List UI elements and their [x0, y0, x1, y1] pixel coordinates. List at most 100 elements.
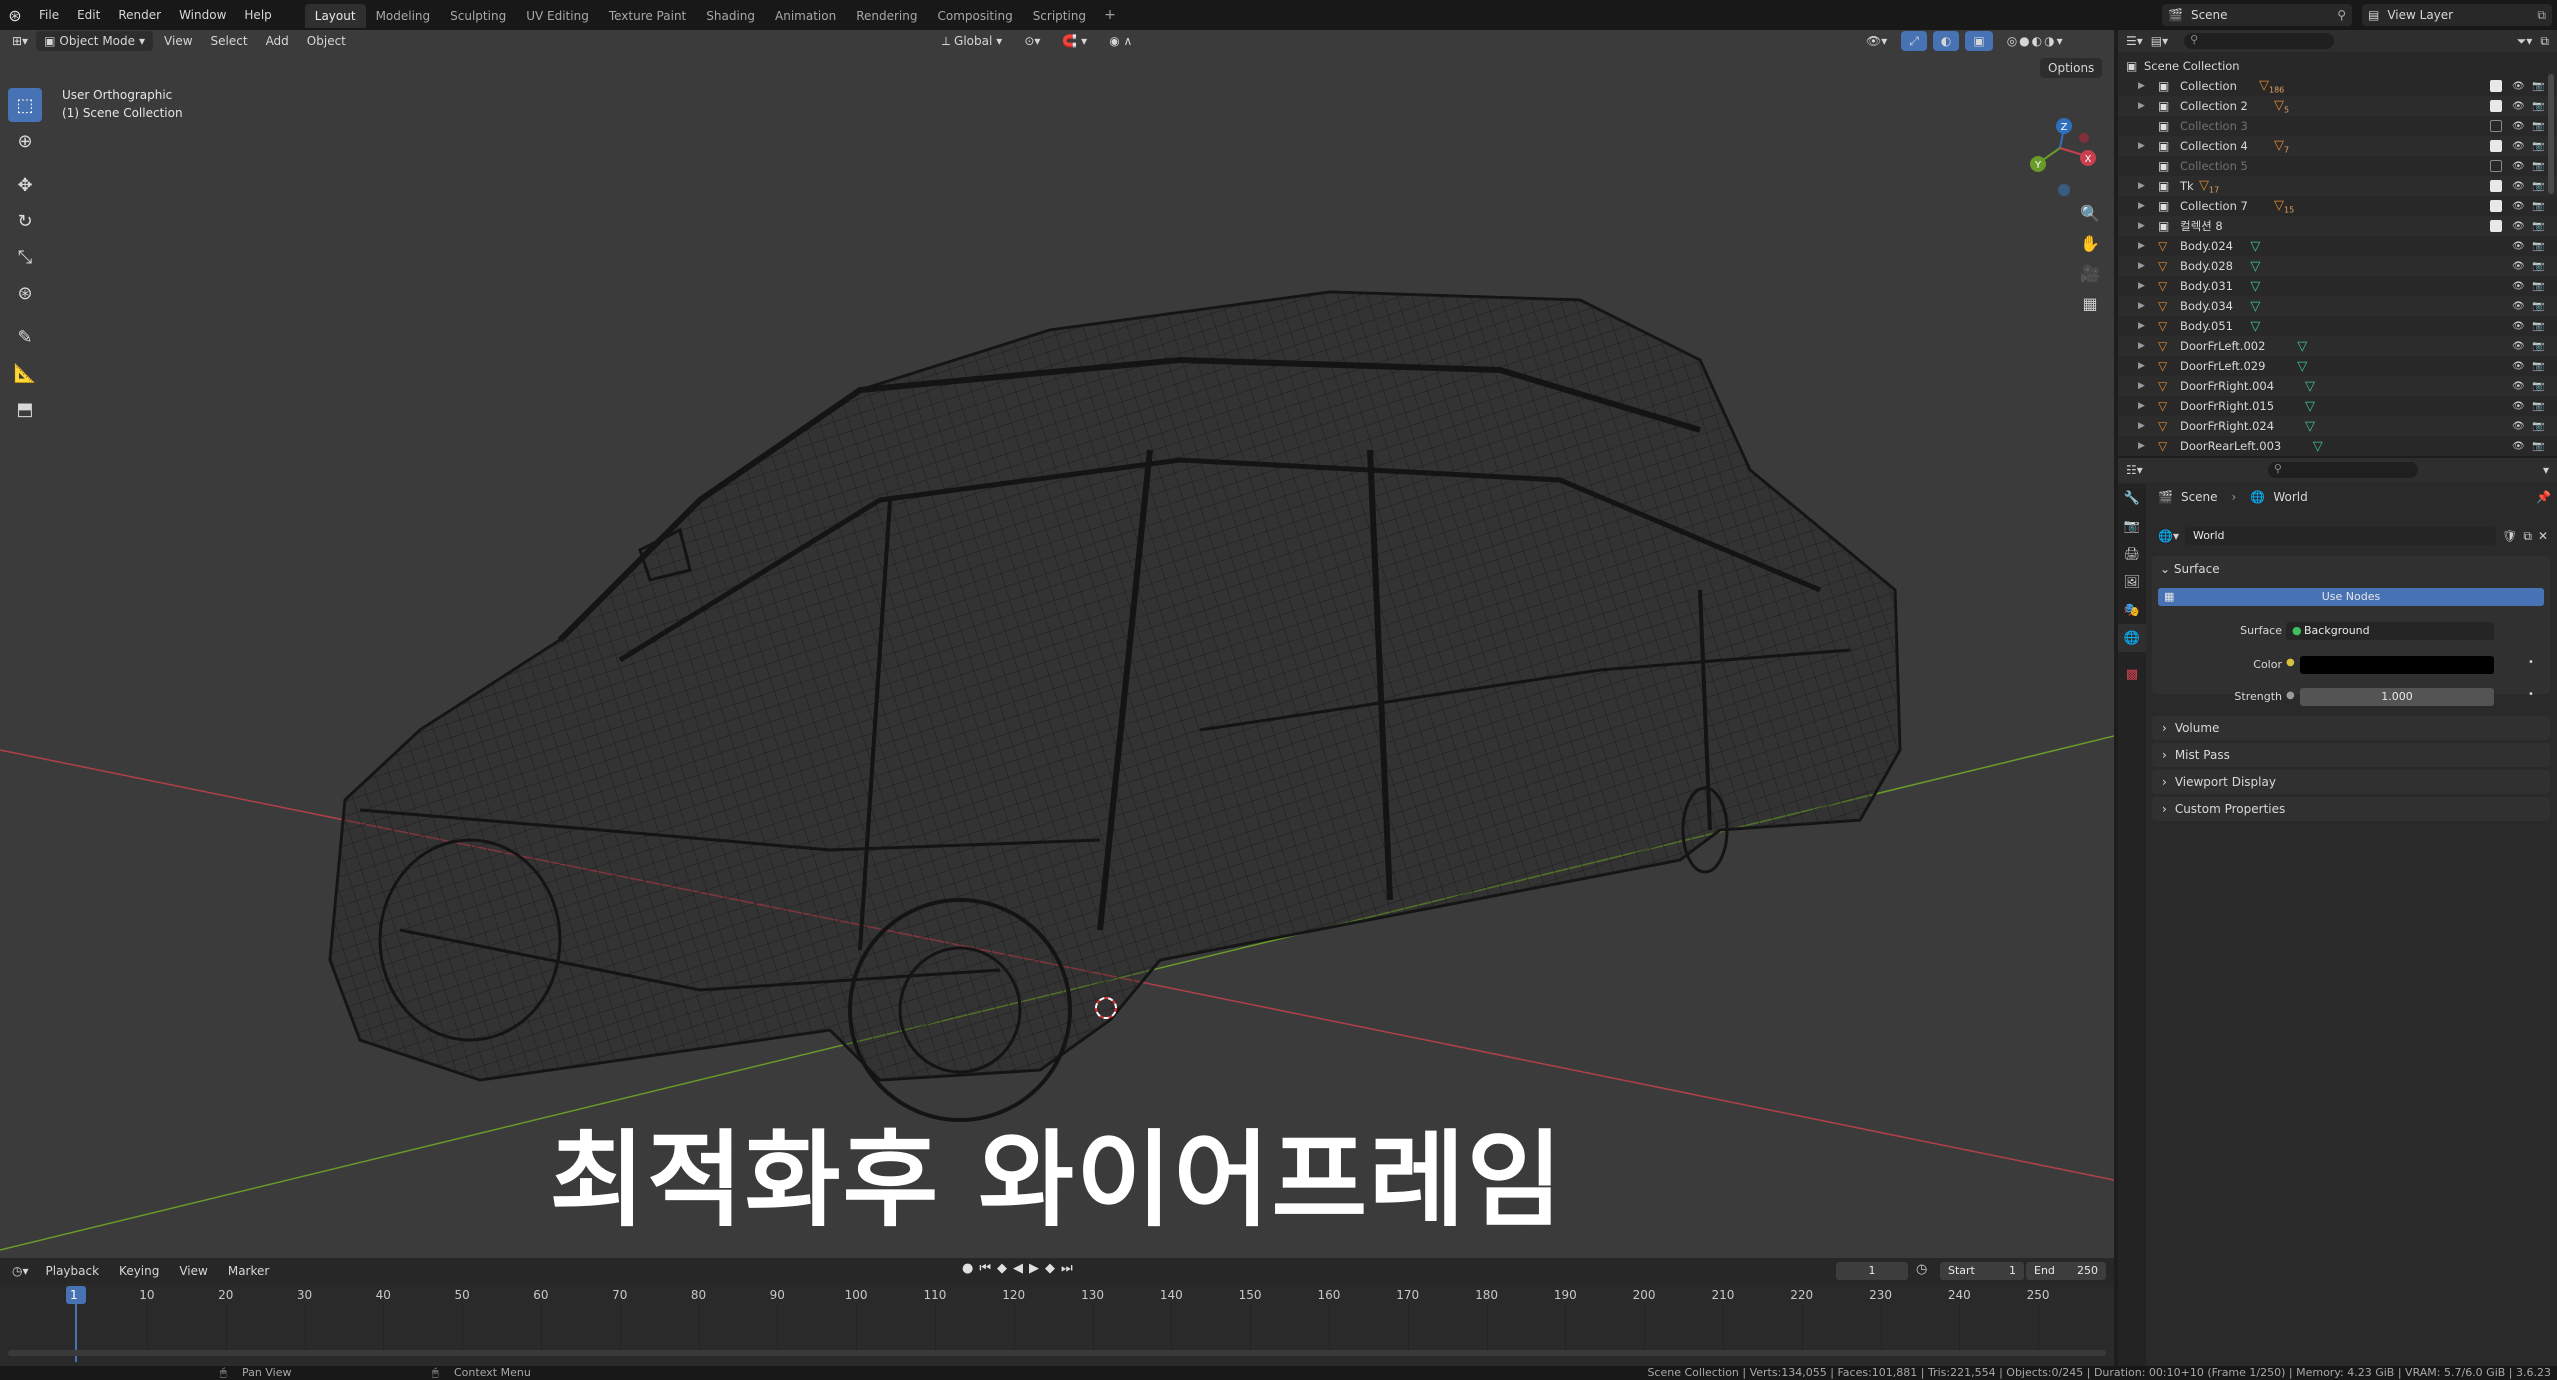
options-button[interactable]: Options [2040, 58, 2103, 78]
render-camera-icon[interactable]: 📷 [2532, 321, 2544, 332]
move-tool-icon[interactable]: ✥ [8, 168, 42, 202]
outliner-object-row[interactable]: ▶ ▽ Body.051 ▽ 👁 📷 [2118, 316, 2557, 336]
camera-view-icon[interactable]: 🎥 [2077, 260, 2103, 286]
outliner-collection-row[interactable]: ▶ ▣ 컬렉션 8 👁 📷 [2118, 216, 2557, 236]
viewport-menu-select[interactable]: Select [204, 31, 255, 51]
outliner-object-row[interactable]: ▶ ▽ Body.024 ▽ 👁 📷 [2118, 236, 2557, 256]
scene-collection-row[interactable]: ▣ Scene Collection [2118, 56, 2557, 76]
exclude-checkbox[interactable] [2490, 140, 2502, 152]
render-camera-icon[interactable]: 📷 [2532, 421, 2544, 432]
render-camera-icon[interactable]: 📷 [2532, 181, 2544, 192]
world-name-field[interactable]: World [2184, 527, 2497, 545]
expand-arrow-icon[interactable]: ▶ [2138, 441, 2145, 451]
custom-properties-panel-header[interactable]: › Custom Properties [2152, 797, 2550, 821]
exclude-checkbox[interactable] [2490, 120, 2502, 132]
view-layer-tab-icon[interactable]: 🖼 [2118, 568, 2146, 596]
visibility-eye-icon[interactable]: 👁 [2512, 321, 2525, 332]
timeline-scrollbar[interactable] [8, 1350, 2106, 1356]
visibility-eye-icon[interactable]: 👁 [2512, 201, 2525, 212]
render-camera-icon[interactable]: 📷 [2532, 441, 2544, 452]
cursor-tool-icon[interactable]: ⊕ [8, 124, 42, 158]
render-camera-icon[interactable]: 📷 [2532, 81, 2544, 92]
exclude-checkbox[interactable] [2490, 100, 2502, 112]
transform-tool-icon[interactable]: ⊛ [8, 276, 42, 310]
expand-arrow-icon[interactable]: ▶ [2138, 221, 2145, 231]
outliner-collection-row[interactable]: ▶ ▣ Collection 7 ▽15 👁 📷 [2118, 196, 2557, 216]
visibility-eye-icon[interactable]: 👁 [2512, 361, 2525, 372]
render-camera-icon[interactable]: 📷 [2532, 261, 2544, 272]
expand-arrow-icon[interactable]: ▶ [2138, 341, 2145, 351]
render-camera-icon[interactable]: 📷 [2532, 401, 2544, 412]
outliner-collection-row[interactable]: ▶ ▣ Collection 4 ▽7 👁 📷 [2118, 136, 2557, 156]
outliner-collection-row[interactable]: ▣ Collection 3 👁 📷 [2118, 116, 2557, 136]
tab-shading[interactable]: Shading [696, 4, 765, 28]
tab-texture-paint[interactable]: Texture Paint [599, 4, 696, 28]
exclude-checkbox[interactable] [2490, 180, 2502, 192]
texture-tab-icon[interactable]: ▩ [2118, 660, 2146, 688]
tab-animation[interactable]: Animation [765, 4, 846, 28]
render-camera-icon[interactable]: 📷 [2532, 101, 2544, 112]
tab-modeling[interactable]: Modeling [366, 4, 441, 28]
scale-tool-icon[interactable]: ⤡ [8, 240, 42, 274]
outliner-object-row[interactable]: ▶ ▽ Body.034 ▽ 👁 📷 [2118, 296, 2557, 316]
visibility-eye-icon[interactable]: 👁 [2512, 161, 2525, 172]
expand-arrow-icon[interactable]: ▶ [2138, 101, 2145, 111]
unlink-icon[interactable]: ✕ [2538, 529, 2548, 543]
expand-arrow-icon[interactable]: ▶ [2138, 401, 2145, 411]
render-camera-icon[interactable]: 📷 [2532, 301, 2544, 312]
expand-arrow-icon[interactable]: ▶ [2138, 201, 2145, 211]
ortho-grid-icon[interactable]: ▦ [2077, 290, 2103, 316]
duplicate-icon[interactable]: ⧉ [2523, 529, 2532, 544]
add-workspace-icon[interactable]: + [1096, 7, 1124, 23]
zoom-icon[interactable]: 🔍 [2077, 200, 2103, 226]
shading-modes-icon[interactable]: ◎●◐◑▾ [1999, 31, 2073, 51]
visibility-icon[interactable]: 👁▾ [1858, 31, 1895, 51]
outliner-object-row[interactable]: ▶ ▽ DoorRearLeft.003 ▽ 👁 📷 [2118, 436, 2557, 456]
visibility-eye-icon[interactable]: 👁 [2512, 141, 2525, 152]
expand-arrow-icon[interactable]: ▶ [2138, 281, 2145, 291]
render-camera-icon[interactable]: 📷 [2532, 221, 2544, 232]
tab-rendering[interactable]: Rendering [846, 4, 927, 28]
exclude-checkbox[interactable] [2490, 160, 2502, 172]
pan-hand-icon[interactable]: ✋ [2077, 230, 2103, 256]
xray-toggle-icon[interactable]: ▣ [1965, 31, 1993, 51]
viewport-menu-object[interactable]: Object [300, 31, 353, 51]
editor-type-icon[interactable]: ⊞▾ [8, 31, 32, 51]
render-camera-icon[interactable]: 📷 [2532, 161, 2544, 172]
outliner-search-input[interactable]: ⚲ [2184, 33, 2335, 49]
outliner-object-row[interactable]: ▶ ▽ DoorFrRight.015 ▽ 👁 📷 [2118, 396, 2557, 416]
mist-pass-panel-header[interactable]: › Mist Pass [2152, 743, 2550, 767]
snap-icon[interactable]: 🧲 ▾ [1054, 31, 1095, 51]
expand-arrow-icon[interactable]: ▶ [2138, 421, 2145, 431]
tab-scripting[interactable]: Scripting [1023, 4, 1096, 28]
render-camera-icon[interactable]: 📷 [2532, 281, 2544, 292]
render-tab-icon[interactable]: 📷 [2118, 512, 2146, 540]
visibility-eye-icon[interactable]: 👁 [2512, 81, 2525, 92]
properties-search-input[interactable]: ⚲ [2267, 462, 2418, 478]
rotate-tool-icon[interactable]: ↻ [8, 204, 42, 238]
output-tab-icon[interactable]: 🖨 [2118, 540, 2146, 568]
overlay-toggle-icon[interactable]: ◐ [1932, 31, 1960, 51]
outliner-object-row[interactable]: ▶ ▽ DoorFrRight.004 ▽ 👁 📷 [2118, 376, 2557, 396]
visibility-eye-icon[interactable]: 👁 [2512, 121, 2525, 132]
outliner-object-row[interactable]: ▶ ▽ Body.028 ▽ 👁 📷 [2118, 256, 2557, 276]
keyframe-dot-icon[interactable]: • [2528, 657, 2534, 668]
menu-file[interactable]: File [30, 0, 68, 30]
outliner-collection-row[interactable]: ▶ ▣ Collection 2 ▽5 👁 📷 [2118, 96, 2557, 116]
expand-arrow-icon[interactable]: ▶ [2138, 181, 2145, 191]
world-color-swatch[interactable] [2300, 656, 2494, 674]
outliner-collection-row[interactable]: ▶ ▣ Collection ▽186 👁 📷 [2118, 76, 2557, 96]
select-box-tool-icon[interactable]: ⬚ [8, 88, 42, 122]
expand-arrow-icon[interactable]: ▶ [2138, 361, 2145, 371]
outliner-collection-row[interactable]: ▣ Collection 5 👁 📷 [2118, 156, 2557, 176]
properties-editor-type-icon[interactable]: ☷▾ [2126, 463, 2143, 477]
gizmo-toggle-icon[interactable]: ⤢ [1901, 31, 1927, 51]
pivot-icon[interactable]: ⊙▾ [1016, 31, 1048, 51]
render-camera-icon[interactable]: 📷 [2532, 121, 2544, 132]
outliner-object-row[interactable]: ▶ ▽ DoorFrRight.024 ▽ 👁 📷 [2118, 416, 2557, 436]
annotate-tool-icon[interactable]: ✎ [8, 320, 42, 354]
outliner-collection-row[interactable]: ▶ ▣ Tk ▽17 👁 📷 [2118, 176, 2557, 196]
add-cube-tool-icon[interactable]: ⬒ [8, 392, 42, 426]
exclude-checkbox[interactable] [2490, 80, 2502, 92]
use-nodes-button[interactable]: ▦ Use Nodes [2158, 588, 2544, 606]
